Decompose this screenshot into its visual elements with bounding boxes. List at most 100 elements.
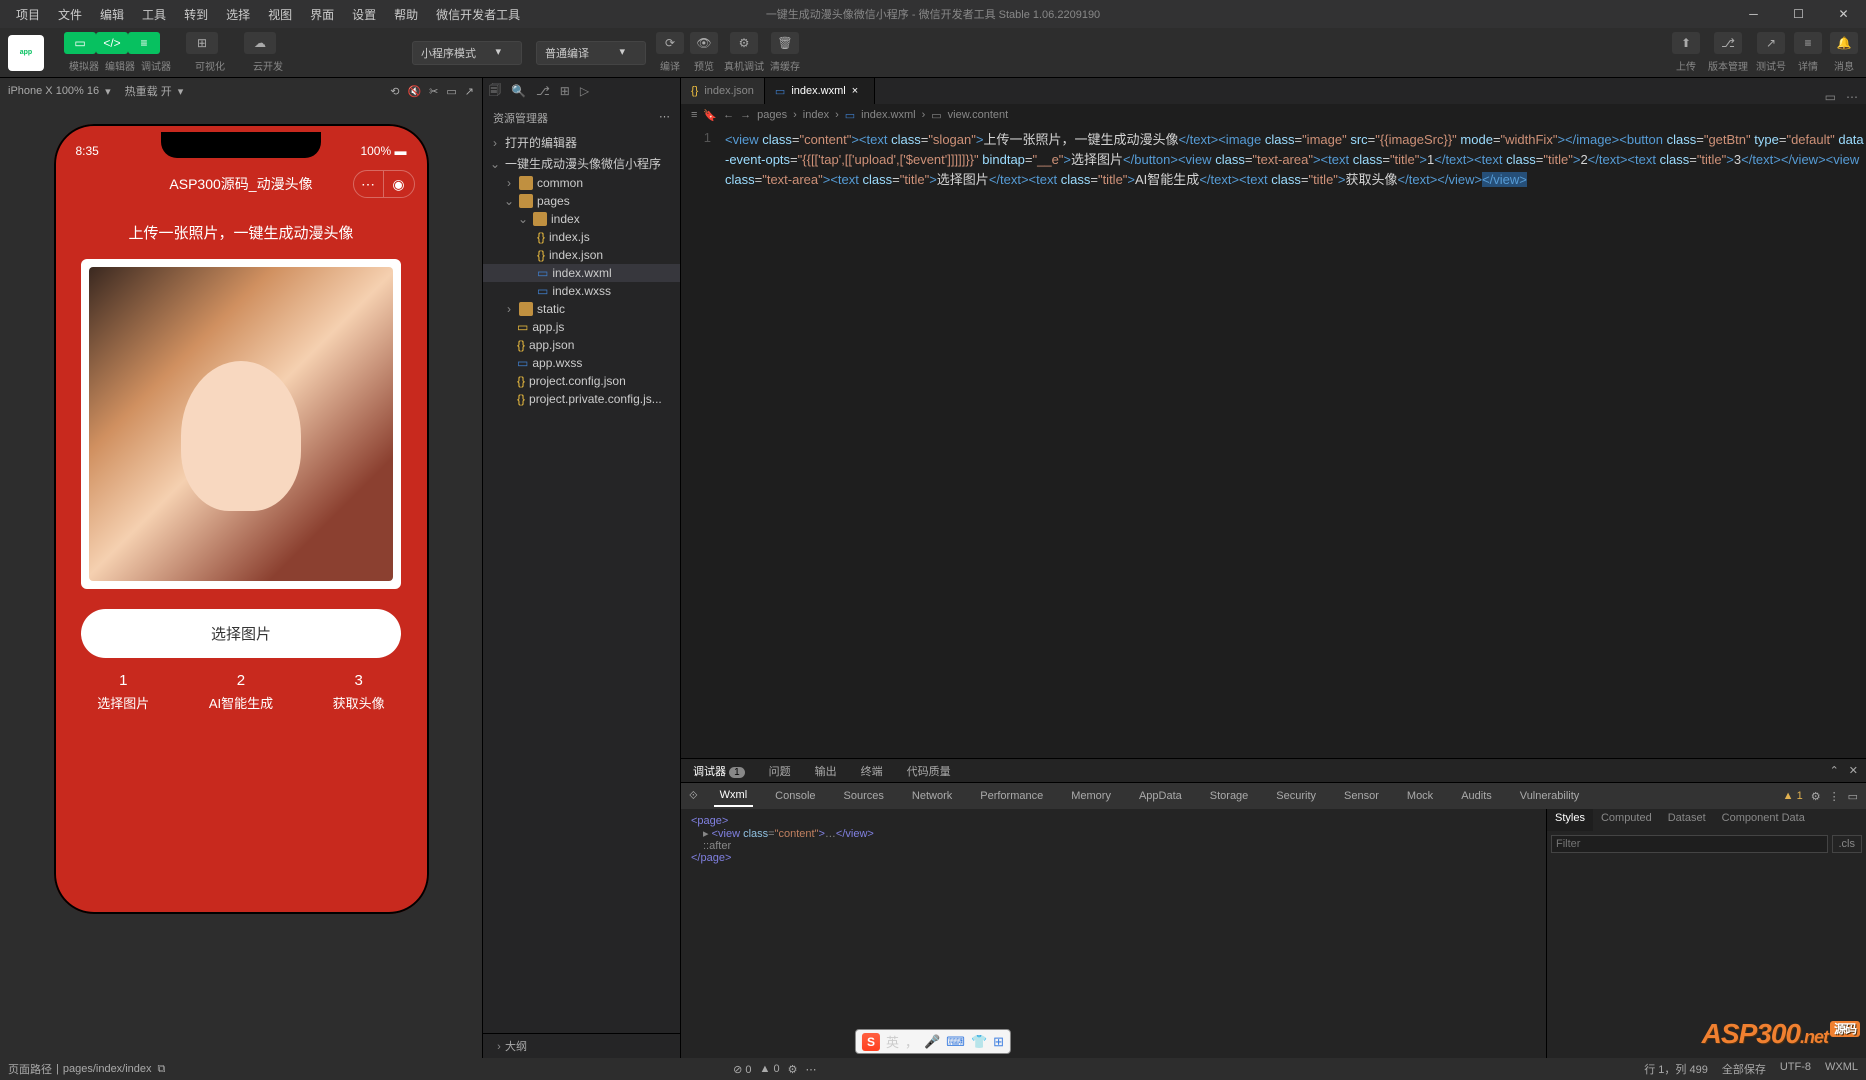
message-button[interactable]: 🔔 bbox=[1830, 32, 1858, 54]
styletab-computed[interactable]: Computed bbox=[1593, 809, 1660, 831]
popout-icon[interactable]: ↗ bbox=[465, 85, 474, 98]
reload-toggle[interactable]: 热重载 开 bbox=[125, 83, 172, 99]
styletab-componentdata[interactable]: Component Data bbox=[1714, 809, 1813, 831]
explorer-more-icon[interactable]: ⋯ bbox=[659, 110, 670, 126]
folder-static[interactable]: ›static bbox=[483, 300, 680, 318]
rotate-icon[interactable]: ⟲ bbox=[390, 85, 399, 98]
panel-sensor[interactable]: Sensor bbox=[1338, 786, 1385, 806]
menu-goto[interactable]: 转到 bbox=[176, 2, 216, 27]
folder-common[interactable]: ›common bbox=[483, 174, 680, 192]
visual-toggle[interactable]: ⊞ bbox=[186, 32, 218, 54]
folder-pages[interactable]: ⌄pages bbox=[483, 192, 680, 210]
minimize-button[interactable]: ─ bbox=[1731, 0, 1776, 28]
panel-security[interactable]: Security bbox=[1270, 786, 1322, 806]
testid-button[interactable]: ↗ bbox=[1757, 32, 1785, 54]
sb-warnings[interactable]: ▲ 0 bbox=[760, 1063, 780, 1076]
menu-wechat[interactable]: 微信开发者工具 bbox=[428, 2, 528, 27]
file-app-js[interactable]: ▭app.js bbox=[483, 318, 680, 336]
menu-settings[interactable]: 设置 bbox=[344, 2, 384, 27]
editor-split-icon[interactable]: ▭ bbox=[1825, 90, 1836, 104]
explorer-files-icon[interactable]: 🗐 bbox=[489, 81, 501, 102]
cloud-toggle[interactable]: ☁ bbox=[244, 32, 276, 54]
devtab-debugger[interactable]: 调试器 1 bbox=[689, 763, 749, 779]
styletab-dataset[interactable]: Dataset bbox=[1660, 809, 1714, 831]
simulator-toggle[interactable]: ▭ bbox=[64, 32, 96, 54]
cut-icon[interactable]: ✂ bbox=[429, 85, 438, 98]
file-app-wxss[interactable]: ▭app.wxss bbox=[483, 354, 680, 372]
capsule-close[interactable]: ◉ bbox=[384, 171, 414, 197]
menu-help[interactable]: 帮助 bbox=[386, 2, 426, 27]
realdevice-button[interactable]: ⚙ bbox=[730, 32, 758, 54]
mute-icon[interactable]: 🔇 bbox=[407, 85, 421, 98]
project-root[interactable]: ⌄一键生成动漫头像微信小程序 bbox=[483, 153, 680, 174]
sb-gear-icon[interactable]: ⚙ bbox=[788, 1063, 798, 1076]
panel-memory[interactable]: Memory bbox=[1065, 786, 1117, 806]
version-button[interactable]: ⎇ bbox=[1714, 32, 1742, 54]
panel-storage[interactable]: Storage bbox=[1204, 786, 1255, 806]
file-project-config[interactable]: {}project.config.json bbox=[483, 372, 680, 390]
code-content[interactable]: <view class="content"><text class="sloga… bbox=[721, 126, 1866, 758]
menu-select[interactable]: 选择 bbox=[218, 2, 258, 27]
file-project-private[interactable]: {}project.private.config.js... bbox=[483, 390, 680, 408]
ime-bar[interactable]: S 英 ，🎤⌨👕⊞ bbox=[855, 1029, 1011, 1054]
app-logo[interactable]: app bbox=[8, 35, 44, 71]
tab-index-json[interactable]: {}index.json bbox=[681, 78, 765, 104]
screenshot-icon[interactable]: ▭ bbox=[446, 85, 456, 98]
menu-project[interactable]: 项目 bbox=[8, 2, 48, 27]
detail-button[interactable]: ≡ bbox=[1794, 32, 1822, 54]
inspect-icon[interactable]: ⟐ bbox=[689, 790, 698, 803]
panel-performance[interactable]: Performance bbox=[974, 786, 1049, 806]
devtools-more-icon[interactable]: ⋮ bbox=[1829, 790, 1840, 803]
editor-toggle[interactable]: </> bbox=[96, 32, 128, 54]
sb-cursor-pos[interactable]: 行 1，列 499 bbox=[1644, 1061, 1708, 1077]
device-select[interactable]: iPhone X 100% 16 bbox=[8, 85, 99, 97]
maximize-button[interactable]: ☐ bbox=[1776, 0, 1821, 28]
warning-count[interactable]: 1 bbox=[1797, 790, 1803, 802]
breadcrumb[interactable]: ≡🔖←→ pages › index › ▭ index.wxml › ▭ vi… bbox=[681, 104, 1866, 126]
folder-index[interactable]: ⌄index bbox=[483, 210, 680, 228]
devtools-collapse-icon[interactable]: ⌃ bbox=[1830, 764, 1839, 777]
sb-errors[interactable]: ⊘ 0 bbox=[733, 1063, 751, 1076]
panel-network[interactable]: Network bbox=[906, 786, 958, 806]
menu-tools[interactable]: 工具 bbox=[134, 2, 174, 27]
explorer-search-icon[interactable]: 🔍 bbox=[511, 84, 526, 98]
open-editors-section[interactable]: ›打开的编辑器 bbox=[483, 132, 680, 153]
tab-index-wxml[interactable]: ▭index.wxml× bbox=[765, 78, 875, 104]
devtools-gear-icon[interactable]: ⚙ bbox=[1811, 790, 1821, 803]
explorer-run-icon[interactable]: ▷ bbox=[580, 84, 589, 98]
panel-vulnerability[interactable]: Vulnerability bbox=[1514, 786, 1586, 806]
choose-image-button[interactable]: 选择图片 bbox=[81, 609, 401, 658]
sb-encoding[interactable]: UTF-8 bbox=[1780, 1061, 1811, 1077]
styles-filter-input[interactable] bbox=[1551, 835, 1828, 853]
panel-appdata[interactable]: AppData bbox=[1133, 786, 1188, 806]
panel-mock[interactable]: Mock bbox=[1401, 786, 1439, 806]
upload-button[interactable]: ⬆ bbox=[1672, 32, 1700, 54]
menu-ui[interactable]: 界面 bbox=[302, 2, 342, 27]
file-index-wxss[interactable]: ▭index.wxss bbox=[483, 282, 680, 300]
close-button[interactable]: ✕ bbox=[1821, 0, 1866, 28]
panel-console[interactable]: Console bbox=[769, 786, 821, 806]
devtab-output[interactable]: 输出 bbox=[811, 763, 841, 779]
menu-edit[interactable]: 编辑 bbox=[92, 2, 132, 27]
devtools-dock-icon[interactable]: ▭ bbox=[1848, 790, 1858, 803]
file-index-js[interactable]: {}index.js bbox=[483, 228, 680, 246]
devtab-quality[interactable]: 代码质量 bbox=[903, 763, 955, 779]
explorer-git-icon[interactable]: ⎇ bbox=[536, 84, 550, 98]
wxml-tree[interactable]: <page> ▸ <view class="content">…</view> … bbox=[681, 809, 1546, 1058]
debugger-toggle[interactable]: ≡ bbox=[128, 32, 160, 54]
mode-select[interactable]: 小程序模式 ▾ bbox=[412, 41, 522, 65]
copy-path-icon[interactable]: ⧉ bbox=[158, 1063, 166, 1076]
styletab-styles[interactable]: Styles bbox=[1547, 809, 1593, 831]
sb-more-icon[interactable]: ⋯ bbox=[806, 1063, 817, 1076]
editor-more-icon[interactable]: ⋯ bbox=[1846, 90, 1858, 104]
compile-select[interactable]: 普通编译 ▾ bbox=[536, 41, 646, 65]
devtab-issues[interactable]: 问题 bbox=[765, 763, 795, 779]
compile-button[interactable]: ⟳ bbox=[656, 32, 684, 54]
ime-lang[interactable]: 英 bbox=[886, 1032, 899, 1051]
menu-view[interactable]: 视图 bbox=[260, 2, 300, 27]
devtools-close-icon[interactable]: ✕ bbox=[1849, 764, 1858, 777]
devtab-terminal[interactable]: 终端 bbox=[857, 763, 887, 779]
clear-button[interactable]: 🗑 bbox=[771, 32, 799, 54]
explorer-ext-icon[interactable]: ⊞ bbox=[560, 84, 570, 98]
close-tab-icon[interactable]: × bbox=[852, 85, 864, 97]
